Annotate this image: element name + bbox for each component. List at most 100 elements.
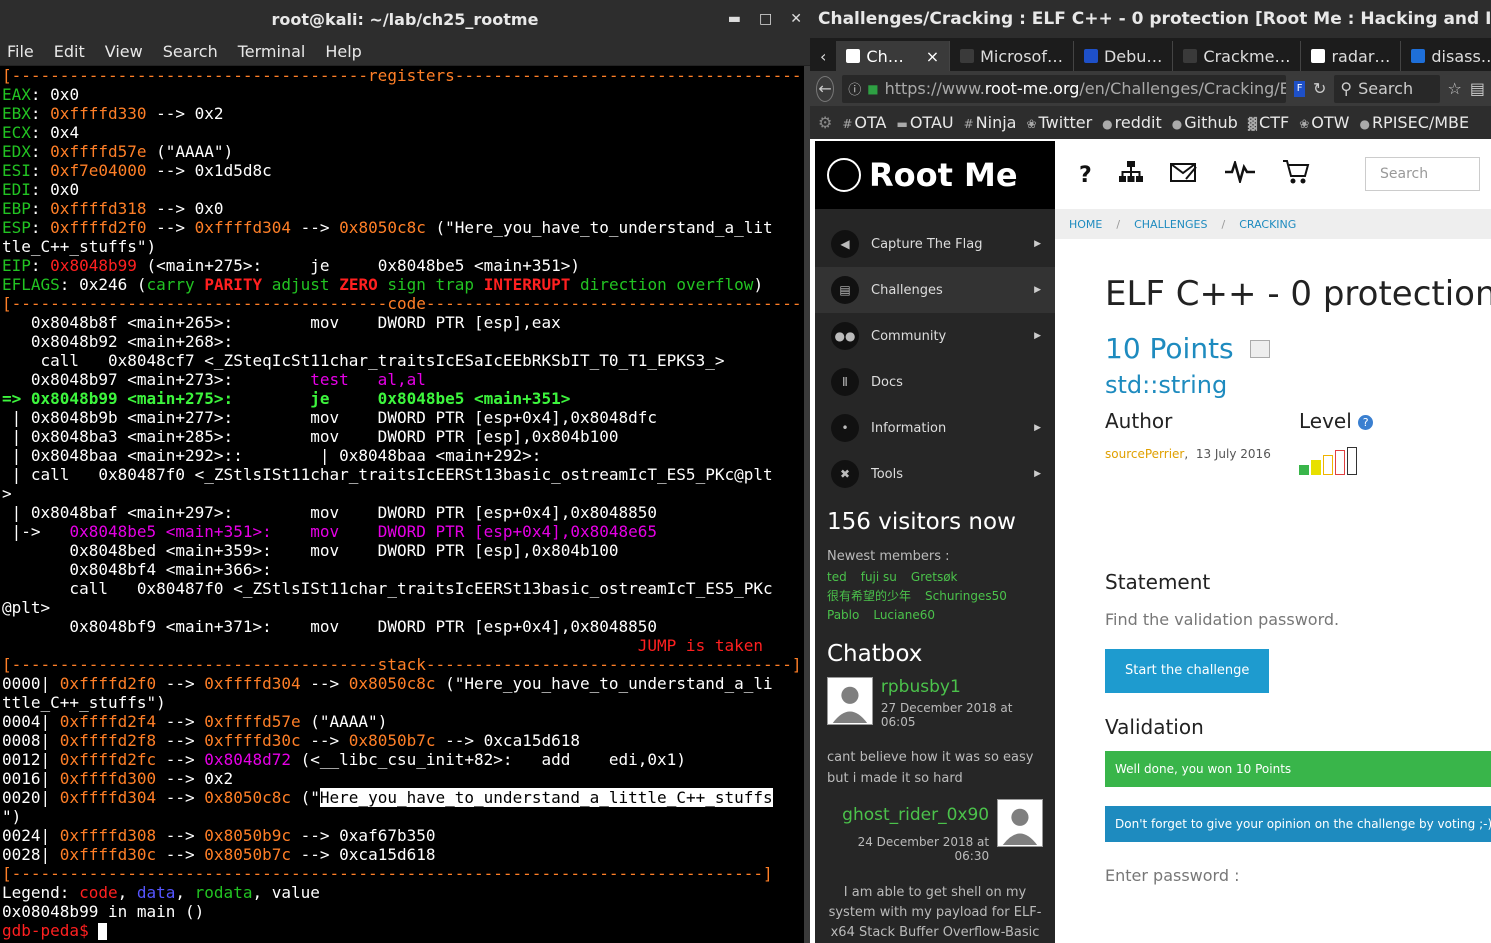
breadcrumb-home[interactable]: HOME [1069,218,1102,231]
tab-scroll-left-icon[interactable]: ‹ [810,41,836,71]
reading-list-icon[interactable]: ▤ [1470,79,1485,98]
browser-tab[interactable]: Debu… [1074,41,1174,71]
tab-label: disass… [1431,46,1491,66]
nav-icon: ●● [831,322,859,350]
site-search-placeholder: Search [1380,166,1429,182]
chat-user[interactable]: ghost_rider_0x90 [827,805,989,825]
bookmark-item[interactable]: # OTA [842,113,886,132]
bookmark-icon: ▓ [1247,117,1258,131]
site-search-input[interactable]: Search [1365,157,1480,191]
avatar[interactable] [827,677,873,725]
start-challenge-button[interactable]: Start the challenge [1105,649,1270,693]
bookmark-icon: ● [1359,117,1370,131]
level-bar[interactable] [1335,450,1345,475]
password-label: Enter password : [1105,866,1240,885]
level-bar[interactable] [1323,455,1333,475]
terminal-line: [-------------------------------------re… [2,66,804,85]
browser-search-input[interactable]: ⚲ Search [1334,74,1440,103]
menu-search[interactable]: Search [163,42,218,61]
bookmark-item[interactable]: # Ninja [964,113,1017,132]
sidebar-item-community[interactable]: ●● Community ▶ [815,313,1055,359]
browser-tab[interactable]: Microsof… [950,41,1074,71]
menu-terminal[interactable]: Terminal [238,42,306,61]
member-link[interactable]: fuji su [861,568,897,587]
sidebar-item-challenges[interactable]: ▤ Challenges ▶ [815,267,1055,313]
rootme-sidebar: Root Me ◀ Capture The Flag ▶ ▤ Challenges ▶ ●●… [815,141,1055,943]
sidebar-item-capture-the-flag[interactable]: ◀ Capture The Flag ▶ [815,221,1055,267]
breadcrumb-cracking[interactable]: CRACKING [1239,218,1296,231]
tab-close-icon[interactable]: × [926,47,939,66]
author-name[interactable]: sourcePerrier [1105,447,1184,461]
calendar-icon[interactable] [1249,339,1270,358]
url-bar[interactable]: ⓘ ■ https://www.root-me.org/en/Challenge… [842,74,1287,103]
terminal-line: 0x8048b8f <main+265>: mov DWORD PTR [esp… [2,313,561,332]
maximize-icon[interactable]: □ [759,11,772,27]
lock-icon: ■ [867,81,879,96]
terminal-line: 0x8048b97 <main+273>: test al,al [2,370,426,389]
terminal-titlebar: root@kali: ~/lab/ch25_rootme ▬ □ ✕ [0,0,810,38]
reload-icon[interactable]: ↻ [1313,79,1326,98]
avatar[interactable] [997,799,1043,847]
sitemap-icon[interactable] [1118,160,1144,190]
bookmark-item[interactable]: ● RPISEC/MBE [1359,113,1469,132]
mail-icon[interactable] [1169,161,1198,189]
browser-tab[interactable]: Crackme… [1173,41,1302,71]
terminal-output[interactable]: [-------------------------------------re… [0,66,804,943]
cart-icon[interactable] [1282,159,1310,191]
member-link[interactable]: Schuringes50 [925,587,1007,606]
close-icon[interactable]: ✕ [790,11,802,27]
bookmark-item[interactable]: ▓ CTF [1248,113,1289,132]
bookmark-item[interactable]: ▬ OTAU [896,113,953,132]
bookmark-label: OTAU [909,113,954,132]
member-link[interactable]: ted [827,568,847,587]
nav-icon: ◀ [831,230,859,258]
chat-date: 24 December 2018 at 06:30 [857,835,990,863]
settings-icon[interactable]: ⚙ [818,113,832,132]
extension-icon[interactable]: F [1294,80,1305,97]
bookmark-icon: ● [1102,117,1113,131]
chat-user[interactable]: rpbusby1 [881,677,1043,697]
terminal-line: EBX: 0xffffd330 --> 0x2 [2,104,224,123]
info-icon[interactable]: ⓘ [848,79,861,98]
page-icon [1183,49,1198,63]
browser-tab[interactable]: radar… [1301,41,1402,71]
menu-help[interactable]: Help [325,42,361,61]
help-icon[interactable]: ? [1079,163,1092,188]
author-label: Author [1105,409,1173,433]
terminal-line: [--------------------------------------s… [2,655,802,674]
menu-view[interactable]: View [105,42,143,61]
terminal-line: EIP: 0x8048b99 (<main+275>: je 0x8048be5… [2,256,580,275]
member-link[interactable]: Luciane60 [873,606,935,625]
rootme-logo[interactable]: Root Me [815,141,1055,209]
activity-icon[interactable] [1224,158,1256,189]
terminal-window: root@kali: ~/lab/ch25_rootme ▬ □ ✕ File … [0,0,810,943]
bookmark-item[interactable]: ❀ Twitter [1026,113,1092,132]
member-link[interactable]: Pablo [827,606,859,625]
bookmark-item[interactable]: ● reddit [1102,113,1162,132]
browser-tab[interactable]: disass… [1401,41,1491,71]
minimize-icon[interactable]: ▬ [728,11,741,27]
breadcrumb-challenges[interactable]: CHALLENGES [1134,218,1207,231]
menu-edit[interactable]: Edit [54,42,85,61]
bookmark-star-icon[interactable]: ☆ [1448,79,1462,98]
bookmark-item[interactable]: ● Github [1172,113,1238,132]
sidebar-item-tools[interactable]: ✖ Tools ▶ [815,451,1055,497]
bookmark-item[interactable]: ❀ OTW [1299,113,1349,132]
sidebar-item-information[interactable]: • Information ▶ [815,405,1055,451]
chevron-right-icon: ▶ [1034,331,1041,341]
back-button[interactable]: ← [816,75,835,102]
level-help-icon[interactable]: ? [1358,415,1374,430]
sidebar-item-docs[interactable]: Ⅱ Docs [815,359,1055,405]
level-bar[interactable] [1311,460,1321,475]
bookmark-icon: # [842,117,853,131]
member-link[interactable]: 很有希望的少年 [827,587,911,606]
terminal-line: > [2,484,12,503]
newest-members-label: Newest members : [827,549,950,564]
browser-tab[interactable]: Ch… × [836,41,951,71]
member-link[interactable]: Gretsøk [911,568,958,587]
logo-text: Root Me [869,156,1018,194]
breadcrumb: HOME / CHALLENGES / CRACKING [1055,209,1491,239]
level-bar[interactable] [1299,465,1309,475]
level-bar[interactable] [1347,447,1357,475]
menu-file[interactable]: File [7,42,34,61]
